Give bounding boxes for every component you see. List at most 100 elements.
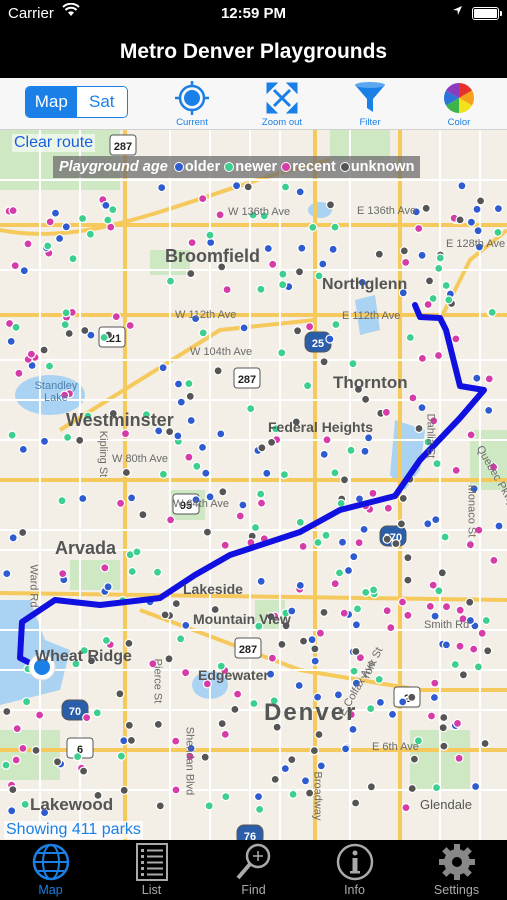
- park-marker[interactable]: [441, 602, 452, 612]
- park-marker[interactable]: [493, 203, 503, 214]
- park-marker[interactable]: [351, 646, 361, 657]
- park-marker[interactable]: [494, 521, 504, 531]
- park-marker[interactable]: [62, 432, 73, 442]
- park-marker[interactable]: [255, 804, 265, 815]
- park-marker[interactable]: [295, 580, 305, 590]
- park-marker[interactable]: [435, 253, 445, 263]
- park-marker[interactable]: [366, 782, 376, 792]
- park-marker[interactable]: [152, 567, 163, 577]
- park-marker[interactable]: [455, 641, 465, 651]
- park-marker[interactable]: [431, 515, 441, 525]
- park-marker[interactable]: [14, 368, 24, 378]
- park-marker[interactable]: [487, 307, 497, 317]
- map-view[interactable]: 287 121 287 25 95 270 287 2 70 6 76 Broomfield Nor…: [0, 130, 507, 840]
- park-marker[interactable]: [127, 493, 137, 503]
- park-marker[interactable]: [78, 766, 89, 776]
- park-marker[interactable]: [321, 530, 331, 540]
- park-marker[interactable]: [346, 445, 356, 455]
- park-marker[interactable]: [421, 203, 431, 213]
- park-marker[interactable]: [452, 718, 463, 729]
- park-marker[interactable]: [218, 487, 228, 497]
- park-marker[interactable]: [68, 254, 78, 264]
- park-marker[interactable]: [429, 692, 439, 703]
- park-marker[interactable]: [126, 735, 136, 746]
- park-marker[interactable]: [61, 222, 71, 232]
- park-marker[interactable]: [18, 743, 28, 754]
- park-marker[interactable]: [382, 606, 392, 616]
- park-marker[interactable]: [441, 280, 451, 291]
- park-marker[interactable]: [432, 459, 442, 469]
- park-marker[interactable]: [257, 443, 267, 453]
- park-marker[interactable]: [455, 215, 465, 225]
- park-marker[interactable]: [319, 357, 329, 367]
- park-marker[interactable]: [39, 345, 49, 355]
- park-marker[interactable]: [391, 539, 401, 549]
- park-marker[interactable]: [116, 751, 127, 761]
- park-marker[interactable]: [75, 435, 85, 445]
- park-marker[interactable]: [425, 601, 435, 611]
- park-marker[interactable]: [11, 322, 21, 332]
- park-marker[interactable]: [493, 227, 503, 238]
- park-marker[interactable]: [414, 223, 424, 234]
- park-marker[interactable]: [99, 332, 109, 343]
- park-marker[interactable]: [397, 597, 408, 607]
- park-marker[interactable]: [466, 217, 476, 227]
- park-marker[interactable]: [383, 503, 393, 513]
- park-marker[interactable]: [263, 243, 273, 254]
- park-marker[interactable]: [325, 200, 336, 210]
- park-marker[interactable]: [381, 407, 391, 417]
- park-marker[interactable]: [268, 259, 278, 269]
- park-marker[interactable]: [473, 662, 483, 672]
- park-marker[interactable]: [473, 226, 483, 236]
- park-marker[interactable]: [233, 689, 243, 699]
- park-marker[interactable]: [295, 187, 305, 197]
- park-marker[interactable]: [343, 565, 354, 576]
- park-marker[interactable]: [399, 246, 409, 256]
- park-marker[interactable]: [20, 799, 30, 810]
- park-marker[interactable]: [310, 656, 320, 666]
- park-marker[interactable]: [262, 468, 272, 478]
- park-marker[interactable]: [341, 744, 351, 754]
- park-marker[interactable]: [339, 608, 349, 618]
- park-marker[interactable]: [484, 374, 494, 384]
- park-marker[interactable]: [198, 328, 208, 338]
- park-marker[interactable]: [417, 403, 427, 413]
- park-marker[interactable]: [125, 320, 135, 331]
- park-marker[interactable]: [80, 325, 90, 336]
- park-marker[interactable]: [50, 208, 61, 218]
- park-marker[interactable]: [417, 353, 427, 363]
- park-marker[interactable]: [396, 519, 406, 529]
- park-marker[interactable]: [52, 757, 63, 767]
- park-marker[interactable]: [157, 182, 167, 193]
- park-marker[interactable]: [217, 718, 227, 729]
- park-marker[interactable]: [230, 704, 240, 715]
- park-marker[interactable]: [309, 745, 319, 756]
- park-marker[interactable]: [171, 785, 181, 795]
- park-marker[interactable]: [431, 782, 442, 793]
- park-marker[interactable]: [78, 493, 88, 504]
- park-marker[interactable]: [184, 452, 194, 462]
- park-marker[interactable]: [434, 586, 444, 596]
- park-marker[interactable]: [18, 444, 28, 454]
- park-marker[interactable]: [132, 547, 142, 557]
- park-marker[interactable]: [476, 196, 486, 206]
- park-marker[interactable]: [280, 763, 290, 774]
- park-marker[interactable]: [158, 363, 168, 373]
- park-marker[interactable]: [489, 555, 499, 565]
- park-marker[interactable]: [61, 308, 71, 318]
- park-marker[interactable]: [31, 745, 41, 756]
- park-marker[interactable]: [288, 789, 298, 800]
- park-marker[interactable]: [215, 210, 225, 220]
- park-marker[interactable]: [103, 582, 113, 592]
- park-marker[interactable]: [359, 524, 369, 534]
- park-marker[interactable]: [111, 312, 121, 322]
- park-marker[interactable]: [101, 635, 112, 645]
- park-marker[interactable]: [401, 802, 411, 813]
- park-marker[interactable]: [108, 204, 118, 215]
- park-marker[interactable]: [277, 348, 287, 358]
- park-marker[interactable]: [256, 498, 267, 508]
- park-marker[interactable]: [403, 575, 413, 585]
- park-marker[interactable]: [160, 610, 170, 620]
- park-marker[interactable]: [115, 498, 126, 508]
- park-marker[interactable]: [171, 736, 181, 746]
